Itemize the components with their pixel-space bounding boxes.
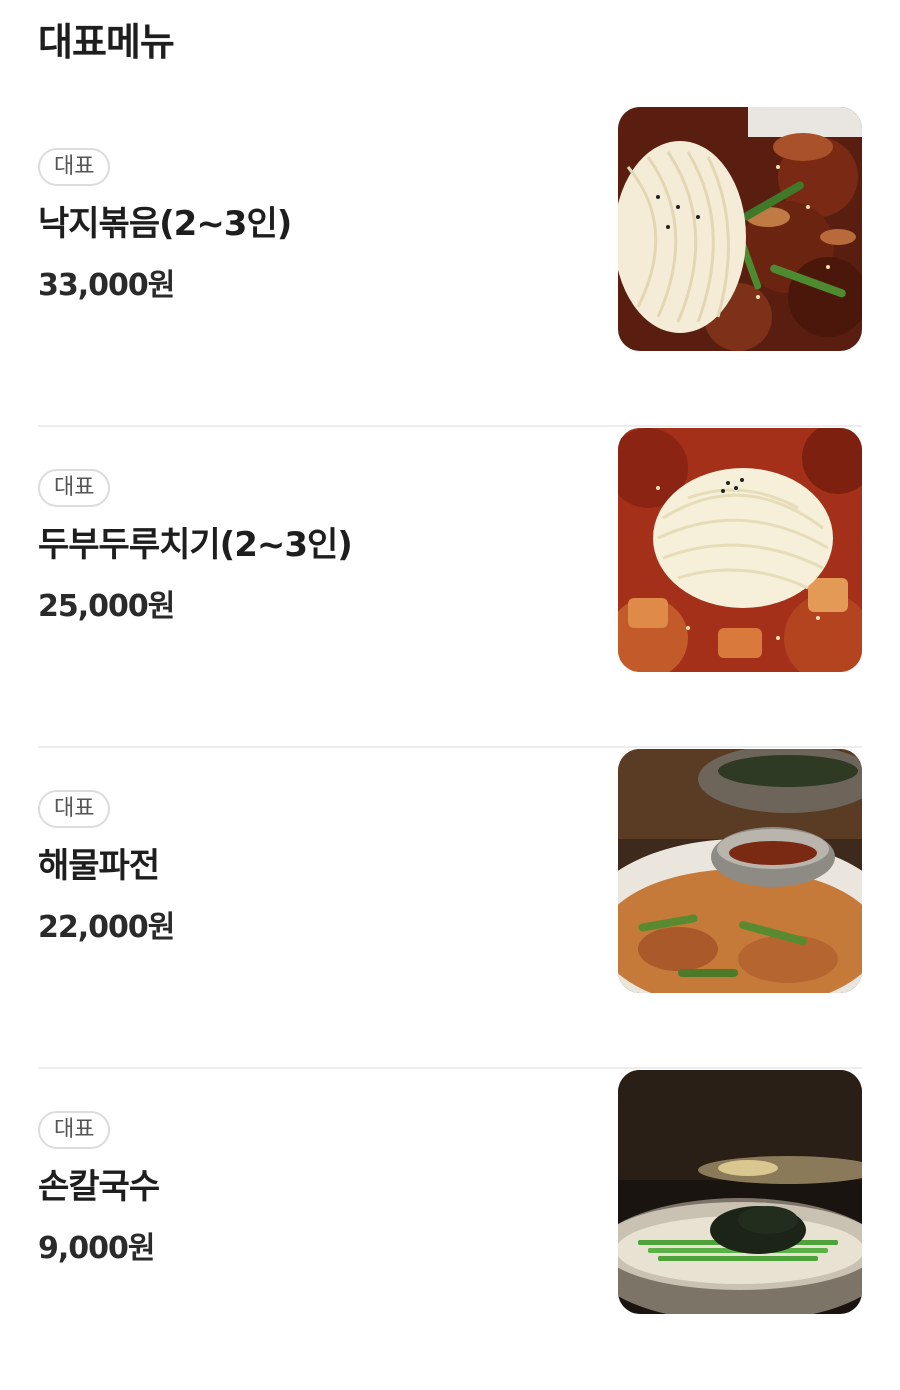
menu-item[interactable]: 대표 해물파전 22,000원 xyxy=(38,748,862,1069)
representative-badge: 대표 xyxy=(38,148,111,186)
menu-photo[interactable] xyxy=(618,107,862,351)
octopus-stir-fry-image xyxy=(618,107,862,351)
kalguksu-image xyxy=(618,1070,862,1314)
menu-photo[interactable] xyxy=(618,1070,862,1314)
menu-price: 33,000원 xyxy=(38,268,175,303)
seafood-pancake-image xyxy=(618,749,862,993)
section-title: 대표메뉴 xyxy=(38,20,175,64)
menu-name: 해물파전 xyxy=(38,846,160,886)
menu-price: 25,000원 xyxy=(38,589,175,624)
tofu-duruchigi-image xyxy=(618,428,862,672)
menu-list: 대표 낙지볶음(2~3인) 33,000원 대표 두부두루치기(2~3인) 25… xyxy=(38,106,862,1390)
menu-price: 9,000원 xyxy=(38,1231,155,1266)
menu-name: 두부두루치기(2~3인) xyxy=(38,525,353,565)
menu-item[interactable]: 대표 낙지볶음(2~3인) 33,000원 xyxy=(38,106,862,427)
menu-name: 낙지볶음(2~3인) xyxy=(38,204,292,244)
representative-badge: 대표 xyxy=(38,469,111,507)
representative-badge: 대표 xyxy=(38,1111,111,1149)
menu-item[interactable]: 대표 두부두루치기(2~3인) 25,000원 xyxy=(38,427,862,748)
representative-badge: 대표 xyxy=(38,790,111,828)
menu-price: 22,000원 xyxy=(38,910,175,945)
menu-name: 손칼국수 xyxy=(38,1167,160,1207)
menu-photo[interactable] xyxy=(618,749,862,993)
menu-photo[interactable] xyxy=(618,428,862,672)
menu-item[interactable]: 대표 손칼국수 9,000원 xyxy=(38,1069,862,1390)
